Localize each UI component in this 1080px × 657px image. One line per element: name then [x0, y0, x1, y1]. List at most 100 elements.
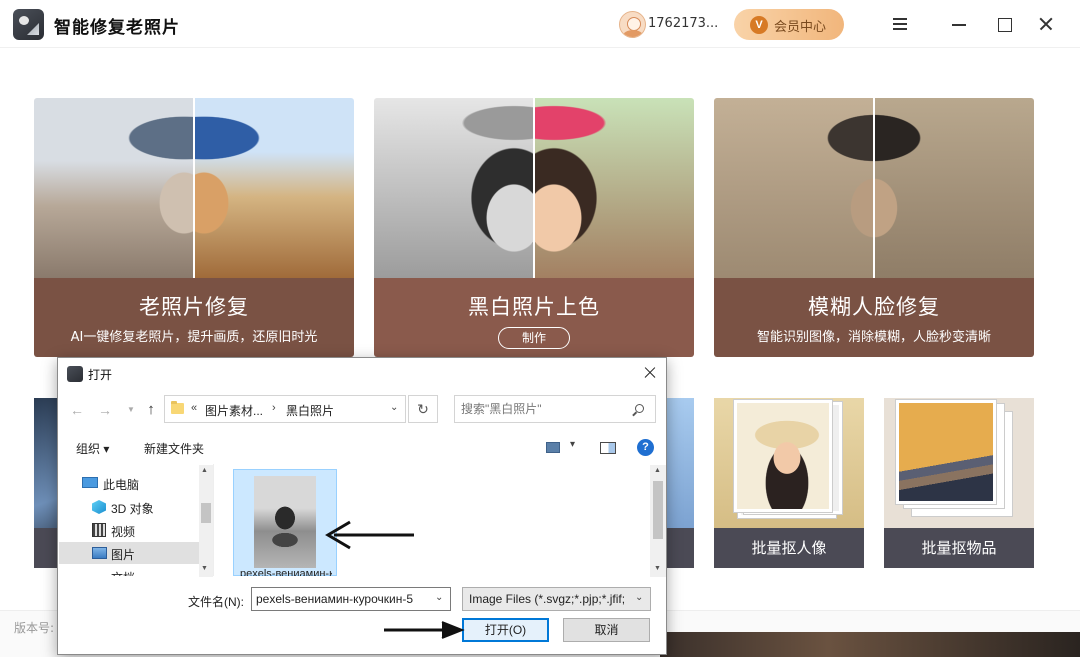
card-image-after — [534, 98, 694, 278]
photo-stack-front — [896, 400, 996, 504]
card-label: 批量抠物品 — [884, 528, 1034, 568]
breadcrumb-segment-current[interactable]: 黑白照片 — [286, 402, 334, 419]
tree-item-documents[interactable]: 文档 — [59, 565, 199, 576]
open-file-dialog: 打开 ← → ▼ ↑ « 图片素材... › 黑白照片 ⌄ ↻ 组织 ▾ 新建文… — [57, 357, 667, 655]
photo-stack-front — [734, 400, 832, 512]
tree-item-label: 此电脑 — [103, 478, 140, 492]
dialog-title: 打开 — [88, 368, 113, 382]
address-overflow-chevron[interactable]: « — [191, 402, 197, 414]
compare-divider — [873, 98, 875, 278]
tree-item-this-pc[interactable]: 此电脑 — [59, 472, 199, 494]
scrollbar-thumb[interactable] — [653, 481, 663, 539]
card-blur-face-repair[interactable]: 模糊人脸修复 智能识别图像，消除模糊，人脸秒变清晰 — [714, 98, 1034, 357]
close-window-icon[interactable] — [1032, 10, 1060, 38]
tree-item-label: 文档 — [111, 569, 135, 576]
cancel-button[interactable]: 取消 — [563, 618, 650, 642]
filename-label: 文件名(N): — [188, 595, 244, 609]
background-desktop-strip — [660, 632, 1080, 657]
compare-divider — [533, 98, 535, 278]
recent-locations-dropdown[interactable]: ▼ — [122, 401, 140, 419]
card-image-after — [194, 98, 354, 278]
vip-center-button[interactable]: V 会员中心 — [734, 9, 844, 40]
breadcrumb-separator[interactable]: › — [272, 402, 276, 414]
card-old-photo-repair[interactable]: 老照片修复 AI一键修复老照片，提升画质，还原旧时光 — [34, 98, 354, 357]
pictures-icon — [92, 547, 107, 559]
file-name: pexels-вениамин-курочкин-5... — [240, 568, 332, 576]
folder-icon — [171, 401, 184, 414]
scroll-down-arrow[interactable]: ▼ — [654, 565, 661, 572]
file-list: pexels-вениамин-курочкин-5... — [215, 464, 652, 576]
file-type-dropdown-icon[interactable]: ⌄ — [635, 592, 643, 603]
scroll-up-arrow[interactable]: ▲ — [654, 467, 661, 474]
forward-arrow-icon[interactable]: → — [96, 401, 114, 419]
tree-item-label: 图片 — [111, 548, 136, 562]
navigation-scrollbar[interactable]: ▲ ▼ — [199, 465, 213, 577]
tree-item-videos[interactable]: 视频 — [59, 519, 199, 541]
version-label: 版本号: — [14, 621, 55, 635]
computer-icon — [82, 477, 98, 488]
card-image-before — [374, 98, 534, 278]
card-colorize-bw[interactable]: 黑白照片上色 制作 — [374, 98, 694, 357]
breadcrumb-segment[interactable]: 图片素材... — [205, 402, 263, 419]
navigation-pane: 此电脑 3D 对象 视频 图片 文档 — [59, 464, 214, 576]
view-options-dropdown[interactable]: ▾ — [570, 439, 575, 450]
vip-icon: V — [750, 16, 768, 34]
back-arrow-icon[interactable]: ← — [68, 401, 86, 419]
card-image-before — [34, 98, 194, 278]
card-batch-object-cutout[interactable]: 批量抠物品 — [884, 398, 1034, 568]
help-icon[interactable]: ? — [637, 439, 654, 456]
scroll-up-arrow[interactable]: ▲ — [201, 467, 208, 474]
card-title: 模糊人脸修复 — [808, 295, 940, 319]
maximize-icon[interactable] — [990, 10, 1018, 38]
tree-item-label: 视频 — [111, 525, 136, 539]
preview-pane-icon[interactable] — [600, 442, 616, 454]
app-logo-icon — [13, 9, 44, 40]
card-subtitle: AI一键修复老照片，提升画质，还原旧时光 — [70, 330, 318, 345]
make-button[interactable]: 制作 — [498, 327, 570, 349]
open-button[interactable]: 打开(O) — [462, 618, 549, 642]
address-bar[interactable]: « 图片素材... › 黑白照片 ⌄ — [164, 395, 406, 423]
tree-item-pictures[interactable]: 图片 — [59, 542, 199, 564]
dialog-title-bar: 打开 — [58, 358, 666, 388]
filename-history-dropdown[interactable]: ⌄ — [435, 592, 443, 603]
search-box[interactable] — [454, 395, 656, 423]
file-list-scrollbar[interactable]: ▲ ▼ — [650, 465, 666, 577]
scrollbar-thumb[interactable] — [201, 503, 211, 523]
refresh-icon[interactable]: ↻ — [408, 395, 438, 423]
dialog-close-icon[interactable] — [642, 365, 658, 381]
title-bar: 智能修复老照片 1762173... V 会员中心 — [0, 0, 1080, 48]
card-title: 黑白照片上色 — [468, 295, 600, 319]
card-label: 批量抠人像 — [714, 528, 864, 568]
scroll-down-arrow[interactable]: ▼ — [201, 565, 208, 572]
user-avatar[interactable] — [619, 11, 646, 38]
file-type-select[interactable]: Image Files (*.svgz;*.pjp;*.jfif; — [462, 587, 651, 611]
user-id[interactable]: 1762173... — [648, 16, 718, 31]
filename-input[interactable]: pexels-вениамин-курочкин-5 — [251, 587, 451, 611]
menu-icon[interactable] — [886, 10, 914, 38]
card-partial-middle[interactable] — [664, 398, 694, 568]
film-icon — [92, 523, 106, 537]
card-title: 老照片修复 — [139, 295, 249, 319]
tree-item-3d-objects[interactable]: 3D 对象 — [59, 496, 199, 518]
card-image-before — [714, 98, 874, 278]
dialog-app-icon — [67, 366, 83, 382]
3d-cube-icon — [92, 500, 106, 514]
card-image-after — [874, 98, 1034, 278]
file-thumbnail — [254, 476, 316, 568]
change-view-icon[interactable] — [546, 442, 560, 453]
new-folder-button[interactable]: 新建文件夹 — [144, 440, 204, 457]
file-item-selected[interactable]: pexels-вениамин-курочкин-5... — [233, 469, 337, 576]
compare-divider — [193, 98, 195, 278]
organize-button[interactable]: 组织 ▾ — [76, 440, 109, 457]
address-dropdown-icon[interactable]: ⌄ — [390, 402, 398, 413]
command-bar: 组织 ▾ 新建文件夹 ▾ ? — [58, 434, 666, 464]
card-band — [664, 528, 694, 568]
minimize-icon[interactable] — [945, 10, 973, 38]
search-input[interactable] — [461, 401, 631, 417]
app-title: 智能修复老照片 — [54, 18, 180, 38]
card-batch-portrait-cutout[interactable]: 批量抠人像 — [714, 398, 864, 568]
tree-item-label: 3D 对象 — [111, 502, 154, 516]
search-icon[interactable] — [635, 404, 644, 413]
up-folder-icon[interactable]: ↑ — [142, 401, 160, 419]
vip-center-label: 会员中心 — [774, 19, 827, 34]
